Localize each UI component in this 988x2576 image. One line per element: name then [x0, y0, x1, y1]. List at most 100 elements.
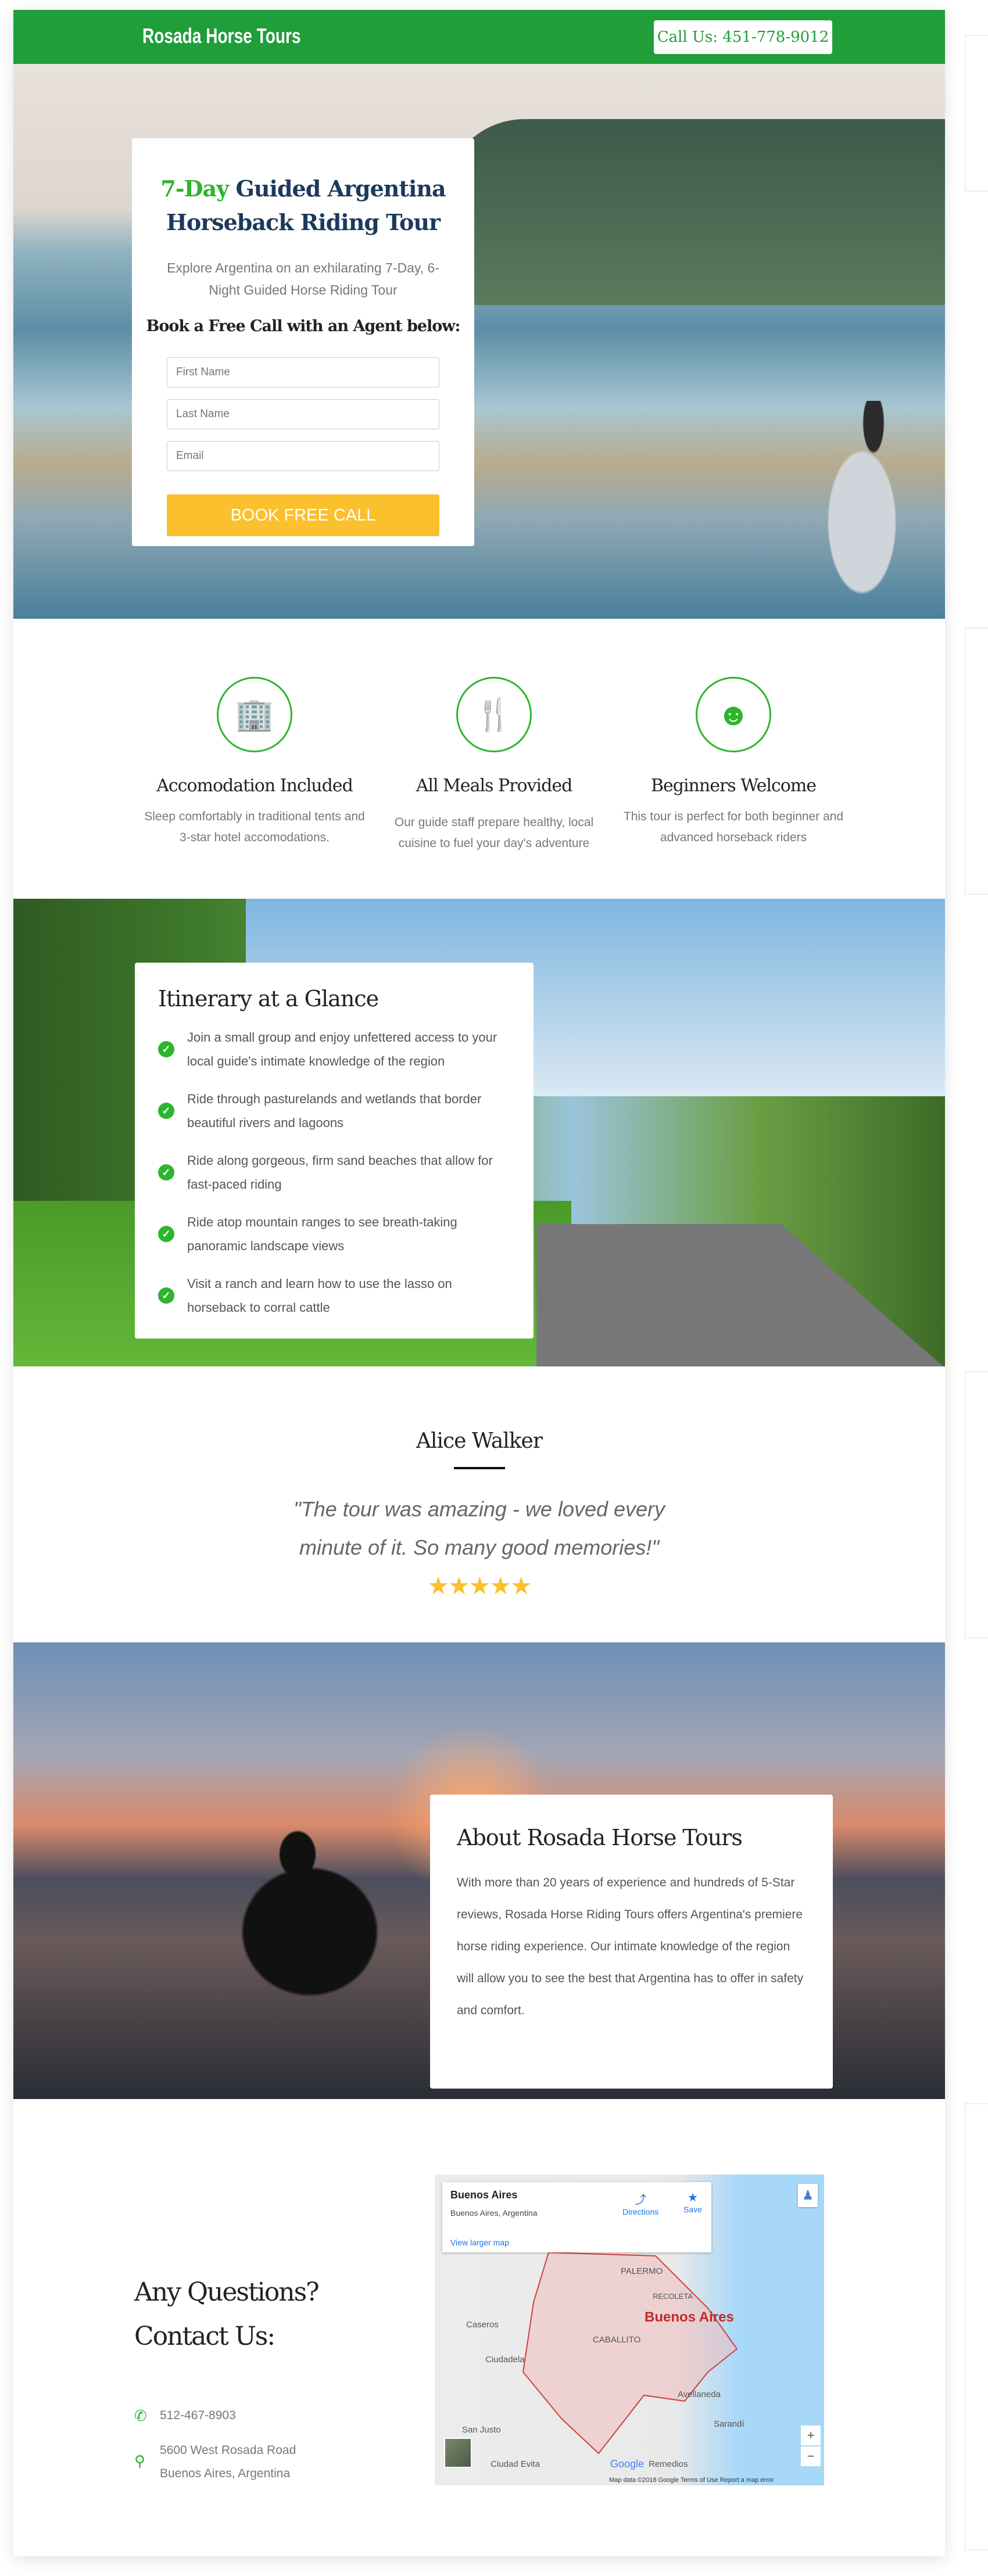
- side-panel-strip: [965, 1371, 988, 1638]
- site-header: Rosada Horse Tours Call Us: 451-778-9012: [13, 10, 945, 64]
- itinerary-text: Ride through pasturelands and wetlands t…: [187, 1092, 482, 1130]
- address-text: 5600 West Rosada Road Buenos Aires, Argen…: [160, 2439, 296, 2485]
- map-label: Sarandí: [714, 2419, 744, 2429]
- hero-section: 7-Day Guided Argentina Horseback Riding …: [13, 64, 945, 619]
- map-label: Ciudadela: [485, 2355, 525, 2365]
- landing-page: Rosada Horse Tours Call Us: 451-778-9012…: [13, 10, 945, 2556]
- contact-phone: ✆ 512-467-8903: [134, 2404, 236, 2427]
- testimonial-section: Alice Walker "The tour was amazing - we …: [13, 1366, 945, 1642]
- about-body: With more than 20 years of experience an…: [457, 1876, 804, 2017]
- hero-title: 7-Day Guided Argentina Horseback Riding …: [132, 172, 474, 239]
- map-info-card: Buenos Aires Buenos Aires, Argentina ⤴ Di…: [442, 2182, 711, 2252]
- save-button[interactable]: ★ Save: [683, 2190, 702, 2214]
- feature-desc: Our guide staff prepare healthy, local c…: [394, 816, 594, 850]
- email-input[interactable]: [167, 441, 439, 471]
- itinerary-heading: Itinerary at a Glance: [158, 986, 379, 1011]
- view-larger-map-link[interactable]: View larger map: [450, 2238, 509, 2247]
- book-free-call-button[interactable]: BOOK FREE CALL: [167, 494, 439, 536]
- star-icon: ★: [687, 2191, 698, 2204]
- feature-title: Accomodation Included: [156, 776, 353, 796]
- itinerary-background-road: [536, 1224, 943, 1366]
- directions-label: Directions: [622, 2207, 659, 2216]
- directions-button[interactable]: ⤴ Directions: [622, 2190, 658, 2216]
- contact-address: ⚲ 5600 West Rosada Road Buenos Aires, Arge…: [134, 2439, 296, 2485]
- itinerary-text: Visit a ranch and learn how to use the l…: [187, 1276, 452, 1315]
- map-label: CABALLITO: [593, 2335, 641, 2345]
- contact-heading: Any Questions? Contact Us:: [134, 2270, 320, 2359]
- feature-title: All Meals Provided: [416, 776, 573, 796]
- map-label: PALERMO: [621, 2266, 663, 2276]
- divider: [453, 1467, 505, 1469]
- title-highlight: 7-Day: [160, 175, 229, 202]
- contact-section: Any Questions? Contact Us: ✆ 512-467-8903 …: [13, 2099, 945, 2556]
- side-panel-strip: [965, 627, 988, 895]
- side-panel-strip: [965, 35, 988, 192]
- feature-title: Beginners Welcome: [650, 776, 817, 796]
- google-logo: Google: [610, 2458, 645, 2470]
- itinerary-item: ✓ Ride along gorgeous, firm sand beaches …: [158, 1149, 510, 1196]
- map-label: Remedios: [649, 2459, 688, 2469]
- address-line: 5600 West Rosada Road: [160, 2444, 296, 2457]
- features-section: 🏢 Accomodation Included Sleep comfortabl…: [13, 619, 945, 899]
- logo[interactable]: Rosada Horse Tours: [142, 24, 301, 48]
- check-circle-icon: ✓: [158, 1287, 174, 1304]
- feature-desc: This tour is perfect for both beginner a…: [623, 810, 844, 844]
- pegman-icon[interactable]: ♟: [798, 2184, 818, 2207]
- itinerary-text: Join a small group and enjoy unfettered …: [187, 1030, 497, 1068]
- star-rating-icon: ★★★★★: [427, 1572, 532, 1599]
- itinerary-item: ✓ Ride through pasturelands and wetlands …: [158, 1087, 510, 1135]
- map-label: San Justo: [462, 2425, 501, 2435]
- feature-accomodation: 🏢 Accomodation Included Sleep comfortabl…: [144, 677, 365, 848]
- google-map-embed[interactable]: Buenos Aires PALERMO RECOLETA CABALLITO …: [435, 2175, 824, 2485]
- feature-meals: 🍴 All Meals Provided Our guide staff pre…: [384, 677, 604, 854]
- hero-horse-rider-image: [804, 401, 920, 619]
- satellite-toggle[interactable]: [444, 2438, 472, 2468]
- itinerary-item: ✓ Visit a ranch and learn how to use the …: [158, 1272, 510, 1319]
- itinerary-item: ✓ Ride atop mountain ranges to see breath…: [158, 1210, 510, 1258]
- map-pin-icon: ⚲: [134, 2452, 146, 2470]
- map-label: Ciudad Evita: [491, 2459, 540, 2469]
- check-circle-icon: ✓: [158, 1226, 174, 1242]
- phone-icon: ✆: [134, 2407, 147, 2424]
- itinerary-section: Itinerary at a Glance ✓ Join a small grou…: [13, 899, 945, 1366]
- last-name-input[interactable]: [167, 399, 439, 429]
- map-place-title: Buenos Aires: [450, 2189, 518, 2201]
- zoom-out-button[interactable]: −: [801, 2446, 821, 2466]
- testimonial-name: Alice Walker: [416, 1429, 543, 1453]
- testimonial-quote: "The tour was amazing - we loved every m…: [293, 1497, 665, 1559]
- check-circle-icon: ✓: [158, 1103, 174, 1119]
- about-card: About Rosada Horse Tours With more than …: [430, 1795, 833, 2089]
- itinerary-card: Itinerary at a Glance ✓ Join a small grou…: [135, 963, 534, 1339]
- contact-heading-line: Contact Us:: [134, 2322, 275, 2351]
- call-us-button[interactable]: Call Us: 451-778-9012: [654, 20, 832, 54]
- utensils-icon: 🍴: [456, 677, 532, 752]
- about-section: About Rosada Horse Tours With more than …: [13, 1642, 945, 2099]
- map-place-sub: Buenos Aires, Argentina: [450, 2208, 538, 2218]
- child-face-icon: ☻: [696, 677, 771, 752]
- itinerary-item: ✓ Join a small group and enjoy unfettered…: [158, 1025, 510, 1073]
- feature-beginners: ☻ Beginners Welcome This tour is perfect…: [623, 677, 844, 848]
- form-heading: Book a Free Call with an Agent below:: [146, 317, 461, 335]
- directions-icon: ⤴: [635, 2194, 647, 2207]
- booking-form-card: 7-Day Guided Argentina Horseback Riding …: [132, 138, 474, 546]
- side-panel-strip: [965, 2103, 988, 2550]
- horse-silhouette-image: [188, 1817, 432, 2026]
- building-icon: 🏢: [217, 677, 292, 752]
- first-name-input[interactable]: [167, 357, 439, 388]
- map-footer[interactable]: Map data ©2018 Google Terms of Use Repor…: [609, 2477, 774, 2484]
- itinerary-text: Ride atop mountain ranges to see breath-…: [187, 1215, 457, 1253]
- map-label: Caseros: [466, 2320, 499, 2330]
- map-label: RECOLETA: [653, 2292, 693, 2301]
- save-label: Save: [683, 2205, 702, 2214]
- phone-text[interactable]: 512-467-8903: [160, 2404, 236, 2427]
- itinerary-text: Ride along gorgeous, firm sand beaches t…: [187, 1153, 493, 1192]
- hero-subtitle: Explore Argentina on an exhilarating 7-D…: [167, 260, 439, 297]
- hero-background-cliff: [443, 119, 945, 305]
- feature-desc: Sleep comfortably in traditional tents a…: [144, 810, 365, 844]
- check-circle-icon: ✓: [158, 1041, 174, 1057]
- check-circle-icon: ✓: [158, 1164, 174, 1181]
- address-line: Buenos Aires, Argentina: [160, 2467, 291, 2480]
- zoom-in-button[interactable]: +: [801, 2426, 821, 2445]
- map-label: Avellaneda: [678, 2390, 721, 2399]
- map-city-label: Buenos Aires: [645, 2309, 734, 2325]
